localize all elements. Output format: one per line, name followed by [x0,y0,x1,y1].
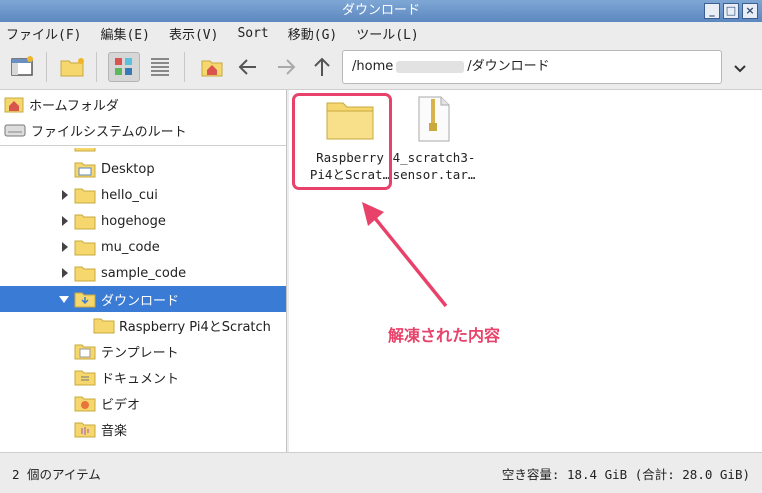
path-prefix: /home [352,59,394,74]
tree-row-mu-code[interactable]: mu_code [0,234,286,260]
tree-label: Raspberry Pi4とScratch [119,319,271,335]
path-dropdown-button[interactable] [728,56,752,80]
expand-arrow-icon[interactable] [60,190,70,200]
redacted-username [396,60,465,73]
download-folder-icon [74,292,96,308]
place-home[interactable]: ホームフォルダ [4,92,119,116]
chevron-down-icon [734,65,746,73]
maximize-button[interactable]: □ [723,3,739,19]
file-name-line2: sensor.tar… [392,167,476,182]
menu-view[interactable]: 表示(V) [169,24,218,43]
new-folder-icon [60,58,84,77]
tree-row-music[interactable]: 音楽 [0,416,286,442]
folder-icon [74,188,96,204]
folder-icon [74,240,96,256]
expand-arrow-icon[interactable] [60,216,70,226]
tree-row-templates[interactable]: テンプレート [0,338,286,364]
sidebar: ホームフォルダ ファイルシステムのルート Desktop hello_cui h… [0,90,287,452]
desktop-folder-icon [74,162,96,178]
minimize-button[interactable]: _ [704,3,720,19]
folder-icon [74,266,96,282]
up-button[interactable] [306,52,338,82]
free-space: 空き容量: 18.4 GiB (合計: 28.0 GiB) [501,466,750,482]
music-folder-icon [74,422,96,438]
tree-row-sample-code[interactable]: sample_code [0,260,286,286]
tree-row-downloads[interactable]: ダウンロード [0,286,286,312]
annotation-arrow-icon [362,202,448,308]
home-icon [4,97,24,113]
file-item-archive[interactable]: 4_scratch3- sensor.tar… [384,95,484,183]
place-root-label: ファイルシステムのルート [31,124,187,140]
tree-row-raspberry[interactable]: Raspberry Pi4とScratch [0,312,286,338]
videos-folder-icon [74,396,96,412]
place-root[interactable]: ファイルシステムのルート [4,118,187,142]
tree-label: テンプレート [101,345,179,361]
arrow-up-icon [314,57,330,76]
expand-arrow-icon[interactable] [60,242,70,252]
annotation-label: 解凍された内容 [388,326,501,345]
list-view-icon [151,58,169,76]
menu-file[interactable]: ファイル(F) [6,24,81,43]
path-input[interactable]: /home/ダウンロード [342,50,722,84]
tree-row-hello-cui[interactable]: hello_cui [0,182,286,208]
arrow-left-icon [238,59,256,75]
menu-go[interactable]: 移動(G) [288,24,337,43]
path-suffix: /ダウンロード [467,59,550,74]
drive-icon [4,124,26,137]
tree-label: hello_cui [101,187,158,203]
status-bar: 2 個のアイテム 空き容量: 18.4 GiB (合計: 28.0 GiB) [0,452,762,493]
item-count: 2 個のアイテム [12,466,101,482]
documents-folder-icon [74,370,96,386]
tree-row-documents[interactable]: ドキュメント [0,364,286,390]
annotation-highlight-box [292,93,392,190]
menu-edit[interactable]: 編集(E) [100,24,149,43]
close-button[interactable]: × [742,3,758,19]
back-button[interactable] [232,52,264,82]
menu-bar: ファイル(F) 編集(E) 表示(V) Sort 移動(G) ツール(L) [0,22,762,44]
templates-folder-icon [74,344,96,360]
tree-row-hogehoge[interactable]: hogehoge [0,208,286,234]
tree-label: 音楽 [101,423,128,439]
home-folder-icon [201,60,223,77]
expand-arrow-icon[interactable] [60,268,70,278]
forward-button[interactable] [270,52,302,82]
tree-label: ダウンロード [101,293,180,309]
collapse-arrow-icon[interactable] [59,295,69,305]
icon-view-button[interactable] [108,52,140,82]
folder-icon [93,318,115,334]
tree-label: ドキュメント [101,371,180,387]
folder-icon [74,148,96,152]
tree-label: mu_code [101,239,160,255]
home-button[interactable] [196,52,228,82]
arrow-right-icon [278,59,296,75]
window-icon [11,56,33,76]
toolbar: /home/ダウンロード [0,44,762,90]
folder-icon [74,214,96,230]
places-panel: ホームフォルダ ファイルシステムのルート [0,90,286,146]
menu-sort[interactable]: Sort [237,26,268,41]
menu-tools[interactable]: ツール(L) [356,24,418,43]
tree-row-videos[interactable]: ビデオ [0,390,286,416]
tree-label: Desktop [101,161,155,177]
archive-icon [418,96,450,142]
place-home-label: ホームフォルダ [29,98,119,114]
tree-label: ビデオ [101,397,141,413]
tree-row-desktop[interactable]: Desktop [0,156,286,182]
folder-tree: Desktop hello_cui hogehoge mu_code sampl [0,148,286,452]
window-title: ダウンロード [341,3,420,18]
list-view-button[interactable] [144,52,176,82]
icon-view-icon [115,58,132,75]
file-name-line1: 4_scratch3- [392,150,476,165]
new-folder-button[interactable] [56,52,88,82]
tree-label: sample_code [101,265,187,281]
tree-label: hogehoge [101,213,166,229]
new-window-button[interactable] [6,52,38,82]
tree-row-partial [0,148,286,156]
title-bar: ダウンロード _ □ × [0,0,762,22]
